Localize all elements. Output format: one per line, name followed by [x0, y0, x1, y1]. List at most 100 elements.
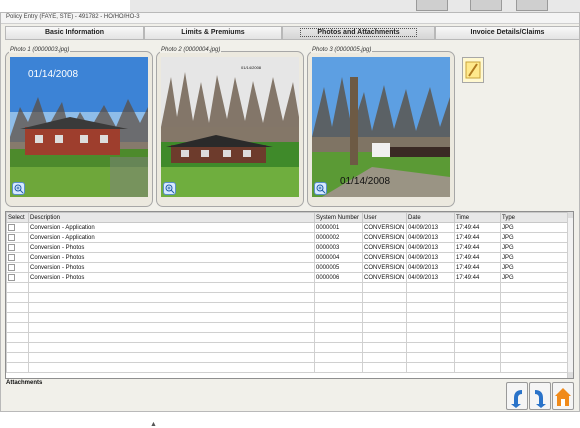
house-photo-1[interactable]: 01/14/2008	[10, 57, 148, 197]
back-arrow-icon[interactable]	[506, 382, 528, 410]
empty-row	[6, 312, 569, 323]
table-row[interactable]: Conversion - Photos 0000005 CONVERSION 0…	[6, 262, 569, 273]
date-cell: 04/09/2013	[406, 252, 455, 263]
select-checkbox[interactable]	[8, 263, 15, 271]
attachments-label: Attachments	[6, 380, 43, 386]
tab-photos-attachments[interactable]: Photos and Attachments	[282, 26, 435, 40]
forward-arrow-icon[interactable]	[529, 382, 551, 410]
zoom-in-icon[interactable]	[12, 182, 25, 195]
scroll-down-arrow[interactable]	[568, 372, 573, 378]
zoom-in-icon[interactable]	[163, 182, 176, 195]
tab-label: Invoice Details/Claims	[470, 29, 545, 36]
policy-entry-window: Policy Entry (FAYE, STE) - 491782 - HO/H…	[0, 12, 580, 412]
description-cell: Conversion - Application	[28, 222, 315, 233]
zoom-in-icon[interactable]	[314, 182, 327, 195]
select-checkbox[interactable]	[8, 223, 15, 231]
toolbar-icon[interactable]	[470, 0, 502, 11]
attachments-table: Select Description System Number User Da…	[5, 211, 574, 379]
date-cell: 04/09/2013	[406, 222, 455, 233]
empty-row	[6, 292, 569, 303]
description-cell: Conversion - Photos	[28, 262, 315, 273]
photo-3-label: Photo 3 (0000005.jpg)	[311, 47, 373, 53]
tab-basic-information[interactable]: Basic Information	[5, 26, 144, 40]
house-photo-3[interactable]: 01/14/2008	[312, 57, 450, 197]
description-cell: Conversion - Application	[28, 232, 315, 243]
home-icon[interactable]	[552, 382, 574, 410]
empty-row	[6, 302, 569, 313]
table-row[interactable]: Conversion - Photos 0000004 CONVERSION 0…	[6, 252, 569, 263]
pencil-icon[interactable]	[462, 57, 484, 83]
time-cell: 17:49:44	[454, 222, 501, 233]
tab-limits-premiums[interactable]: Limits & Premiums	[144, 26, 282, 40]
description-cell: Conversion - Photos	[28, 272, 315, 283]
table-header-row: Select Description System Number User Da…	[6, 212, 569, 223]
system-number-cell: 0000002	[314, 232, 363, 243]
time-cell: 17:49:44	[454, 262, 501, 273]
tab-label: Limits & Premiums	[181, 29, 245, 36]
time-cell: 17:49:44	[454, 232, 501, 243]
toolbar-icon[interactable]	[416, 0, 448, 11]
description-cell: Conversion - Photos	[28, 252, 315, 263]
column-header-type[interactable]: Type	[500, 212, 569, 223]
date-cell: 04/09/2013	[406, 262, 455, 273]
table-row[interactable]: Conversion - Photos 0000003 CONVERSION 0…	[6, 242, 569, 253]
table-row[interactable]: Conversion - Application 0000001 CONVERS…	[6, 222, 569, 233]
column-header-description[interactable]: Description	[28, 212, 315, 223]
select-checkbox[interactable]	[8, 243, 15, 251]
window-title: Policy Entry (FAYE, STE) - 491782 - HO/H…	[6, 14, 140, 20]
description-cell: Conversion - Photos	[28, 242, 315, 253]
user-cell: CONVERSION	[362, 232, 407, 243]
tab-label: Photos and Attachments	[300, 28, 417, 37]
empty-row	[6, 282, 569, 293]
photo-2-date-stamp: 01/14/2008	[241, 65, 262, 70]
column-header-select[interactable]: Select	[6, 212, 29, 223]
select-checkbox[interactable]	[8, 253, 15, 261]
select-cell[interactable]	[6, 272, 29, 283]
scroll-up-arrow[interactable]	[568, 212, 573, 218]
column-header-date[interactable]: Date	[406, 212, 455, 223]
column-header-time[interactable]: Time	[454, 212, 501, 223]
table-row[interactable]: Conversion - Photos 0000006 CONVERSION 0…	[6, 272, 569, 283]
select-cell[interactable]	[6, 242, 29, 253]
system-number-cell: 0000001	[314, 222, 363, 233]
system-number-cell: 0000003	[314, 242, 363, 253]
date-cell: 04/09/2013	[406, 232, 455, 243]
photo-1-label: Photo 1 (0000003.jpg)	[9, 47, 71, 53]
table-scrollbar[interactable]	[567, 212, 573, 378]
type-cell: JPG	[500, 232, 569, 243]
column-header-system-number[interactable]: System Number	[314, 212, 363, 223]
type-cell: JPG	[500, 272, 569, 283]
system-number-cell: 0000004	[314, 252, 363, 263]
empty-row	[6, 352, 569, 363]
select-cell[interactable]	[6, 222, 29, 233]
system-number-cell: 0000006	[314, 272, 363, 283]
toolbar-icon[interactable]	[516, 0, 548, 11]
select-cell[interactable]	[6, 232, 29, 243]
date-cell: 04/09/2013	[406, 272, 455, 283]
cursor-icon: ▲	[150, 421, 157, 428]
time-cell: 17:49:44	[454, 252, 501, 263]
system-number-cell: 0000005	[314, 262, 363, 273]
select-checkbox[interactable]	[8, 273, 15, 281]
user-cell: CONVERSION	[362, 262, 407, 273]
photo-2-label: Photo 2 (0000004.jpg)	[160, 47, 222, 53]
table-row[interactable]: Conversion - Application 0000002 CONVERS…	[6, 232, 569, 243]
empty-row	[6, 332, 569, 343]
user-cell: CONVERSION	[362, 242, 407, 253]
photo-1-date-stamp: 01/14/2008	[28, 69, 78, 80]
time-cell: 17:49:44	[454, 272, 501, 283]
empty-row	[6, 362, 569, 373]
tab-label: Basic Information	[44, 29, 105, 36]
house-photo-2[interactable]: 01/14/2008	[161, 57, 299, 197]
time-cell: 17:49:44	[454, 242, 501, 253]
empty-row	[6, 342, 569, 353]
type-cell: JPG	[500, 262, 569, 273]
select-cell[interactable]	[6, 252, 29, 263]
empty-row	[6, 322, 569, 333]
select-cell[interactable]	[6, 262, 29, 273]
photo-3-date-stamp: 01/14/2008	[340, 176, 390, 187]
column-header-user[interactable]: User	[362, 212, 407, 223]
title-bar: Policy Entry (FAYE, STE) - 491782 - HO/H…	[1, 13, 579, 24]
tab-invoice-details-claims[interactable]: Invoice Details/Claims	[435, 26, 580, 40]
select-checkbox[interactable]	[8, 233, 15, 241]
